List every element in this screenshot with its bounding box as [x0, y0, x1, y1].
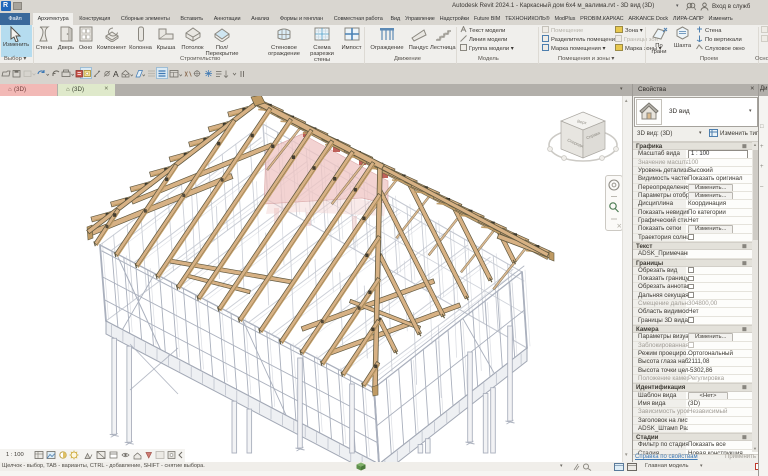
- svg-text:А: А: [113, 69, 119, 79]
